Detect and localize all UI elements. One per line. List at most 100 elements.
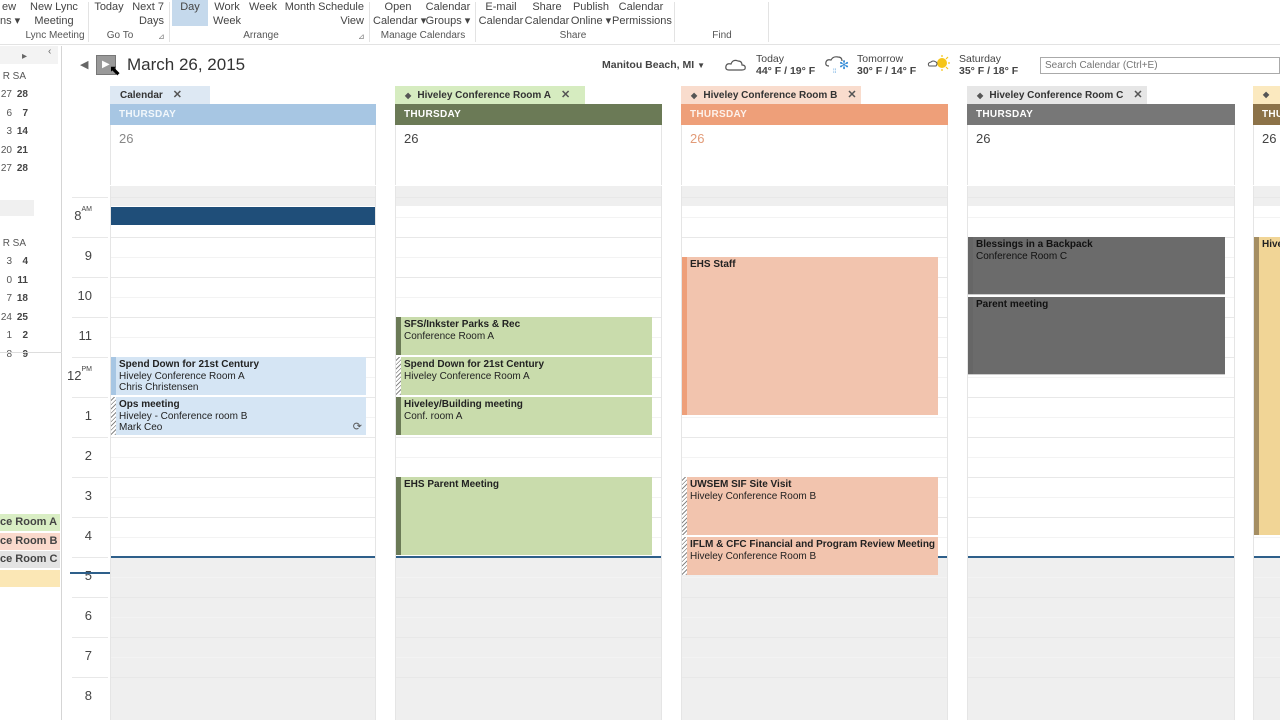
dialog-launcher-icon[interactable]: ⊿ (358, 32, 365, 41)
mini-calendar-day[interactable]: 2 (12, 330, 28, 341)
publish-online-button[interactable]: Publish Online ▾ (570, 0, 612, 28)
grid-line (968, 417, 1234, 418)
grid-line (111, 317, 375, 318)
mini-calendar-day[interactable]: 21 (12, 145, 28, 156)
calendar-event[interactable]: Ops meeting Hiveley - Conference room B Ma… (111, 397, 366, 435)
dialog-launcher-icon[interactable]: ⊿ (158, 32, 165, 41)
mini-calendar-day[interactable]: 24 (0, 312, 12, 323)
mini-calendar-header (0, 200, 34, 216)
new-lync-meeting-button[interactable]: New Lync Meeting (28, 0, 80, 28)
mini-calendar-day[interactable]: 7 (0, 293, 12, 304)
mini-calendar-day[interactable]: 20 (0, 145, 12, 156)
day-view-button[interactable]: Day (172, 0, 208, 26)
open-calendar-button[interactable]: Open Calendar ▾ (373, 0, 426, 28)
mini-calendar-day[interactable]: 8 (0, 349, 12, 360)
calendar-column: ◆ Hiveley Conference Room C ✕ THURSDAY 26 Bl… (967, 86, 1235, 720)
calendar-tab[interactable]: ◆ Hiveley Conference Room B ✕ (681, 86, 861, 104)
previous-day-arrow-icon[interactable]: ◀ (80, 58, 88, 71)
calendar-event[interactable]: Hiveley/Building meeting Conf. room A (396, 397, 652, 435)
calendar-event[interactable]: SFS/Inkster Parks & Rec Conference Room A (396, 317, 652, 355)
calendar-list-item[interactable]: ce Room B (0, 532, 60, 550)
calendar-permissions-button[interactable]: Calendar Permissions (612, 0, 672, 28)
calendar-event[interactable]: Blessings in a Backpack Conference Room C (968, 237, 1225, 295)
calendar-tab[interactable]: Calendar ✕ (110, 86, 210, 104)
mini-calendar-day[interactable]: 4 (12, 256, 28, 267)
location-dropdown[interactable]: Manitou Beach, MI ▼ (602, 59, 705, 71)
week-button[interactable]: Week (247, 0, 279, 14)
off-hours-area (682, 557, 947, 720)
hour-label: 6 (84, 608, 92, 623)
calendar-event[interactable]: EHS Staff (682, 257, 938, 415)
pin-arrow-icon[interactable]: ◆ (405, 91, 413, 100)
email-calendar-button[interactable]: E-mail Calendar (478, 0, 524, 28)
time-grid[interactable]: Blessings in a Backpack Conference Room C… (967, 186, 1235, 720)
mini-calendar-day[interactable]: 25 (12, 312, 28, 323)
hour-gridline (72, 677, 108, 678)
calendar-tab[interactable]: ◆ Hiveley Conference Room A ✕ (395, 86, 585, 104)
mini-calendar-day[interactable]: 0 (0, 275, 12, 286)
mini-calendar-day[interactable]: 27 (0, 89, 12, 100)
all-day-area[interactable] (395, 125, 662, 185)
calendar-event[interactable]: Spend Down for 21st Century Hiveley Confe… (111, 357, 366, 395)
calendar-event[interactable]: EHS Parent Meeting (396, 477, 652, 555)
mini-calendar-day[interactable]: 28 (12, 89, 28, 100)
all-day-area[interactable] (967, 125, 1235, 185)
calendar-groups-button[interactable]: Calendar Groups ▾ (425, 0, 471, 28)
calendar-event[interactable]: IFLM & CFC Financial and Program Review … (682, 537, 938, 575)
search-calendar-input[interactable] (1040, 57, 1280, 74)
today-button[interactable]: Today (92, 0, 126, 14)
off-hours-area (968, 557, 1234, 720)
calendar-list-item[interactable]: ce Room C (0, 551, 60, 568)
month-button[interactable]: Month (283, 0, 317, 14)
calendar-tab[interactable]: ◆ (1253, 86, 1280, 104)
collapse-pane-icon[interactable]: ‹ (48, 46, 51, 57)
time-grid[interactable]: SFS/Inkster Parks & Rec Conference Room A… (395, 186, 662, 720)
current-time-line (1254, 556, 1280, 558)
grid-line (682, 597, 947, 598)
calendar-event[interactable]: Spend Down for 21st Century Hiveley Confe… (396, 357, 652, 395)
mini-calendar-day[interactable]: 27 (0, 163, 12, 174)
work-week-button[interactable]: Work Week (210, 0, 244, 28)
schedule-view-button[interactable]: Schedule View (318, 0, 364, 28)
calendar-event[interactable]: Parent meeting (968, 297, 1225, 375)
hour-label: 9 (84, 248, 92, 263)
calendar-event[interactable]: UWSEM SIF Site Visit Hiveley Conference R… (682, 477, 938, 535)
time-grid[interactable]: Hive (1253, 186, 1280, 720)
calendar-list-item[interactable] (0, 569, 60, 587)
mini-calendar-day[interactable]: 18 (12, 293, 28, 304)
pin-arrow-icon[interactable]: ◆ (691, 91, 699, 100)
next-7-days-button[interactable]: Next 7 Days (128, 0, 164, 28)
event-status-bar (968, 237, 973, 294)
time-grid[interactable]: Spend Down for 21st Century Hiveley Confe… (110, 186, 376, 720)
pin-arrow-icon[interactable]: ◆ (977, 91, 985, 100)
mini-calendar-day[interactable]: 9 (12, 349, 28, 360)
share-calendar-button[interactable]: Share Calendar (524, 0, 570, 28)
mini-calendar-day[interactable]: 14 (12, 126, 28, 137)
new-items-button[interactable]: ew ns ▾ (0, 0, 20, 28)
mini-calendar-day[interactable]: 6 (0, 108, 12, 119)
close-icon[interactable]: ✕ (1133, 89, 1142, 101)
mini-calendar-day[interactable]: 3 (0, 126, 12, 137)
close-icon[interactable]: ✕ (173, 89, 182, 101)
mini-calendar-day[interactable]: 3 (0, 256, 12, 267)
all-day-area[interactable] (681, 125, 948, 185)
pin-arrow-icon[interactable]: ◆ (1263, 90, 1269, 99)
mini-calendar-weekday: R (2, 238, 10, 249)
close-icon[interactable]: ✕ (561, 89, 570, 101)
close-icon[interactable]: ✕ (847, 89, 856, 101)
grid-line (396, 237, 661, 238)
mini-calendar-day[interactable]: 11 (12, 275, 28, 286)
calendar-event[interactable] (111, 207, 375, 225)
mini-calendar-day[interactable]: 28 (12, 163, 28, 174)
all-day-area[interactable] (110, 125, 376, 185)
next-day-button[interactable]: ▶ ⬉ (96, 55, 121, 78)
event-status-bar (968, 297, 973, 374)
mini-calendar-day[interactable]: 1 (0, 330, 12, 341)
next-month-arrow-icon[interactable]: ▸ (22, 51, 27, 62)
calendar-list-item[interactable]: ce Room A (0, 514, 60, 531)
mini-calendar-day[interactable]: 7 (12, 108, 28, 119)
off-hours-area (1254, 186, 1280, 206)
calendar-event[interactable]: Hive (1254, 237, 1280, 535)
calendar-tab[interactable]: ◆ Hiveley Conference Room C ✕ (967, 86, 1147, 104)
time-grid[interactable]: EHS Staff UWSEM SIF Site Visit Hiveley Con… (681, 186, 948, 720)
